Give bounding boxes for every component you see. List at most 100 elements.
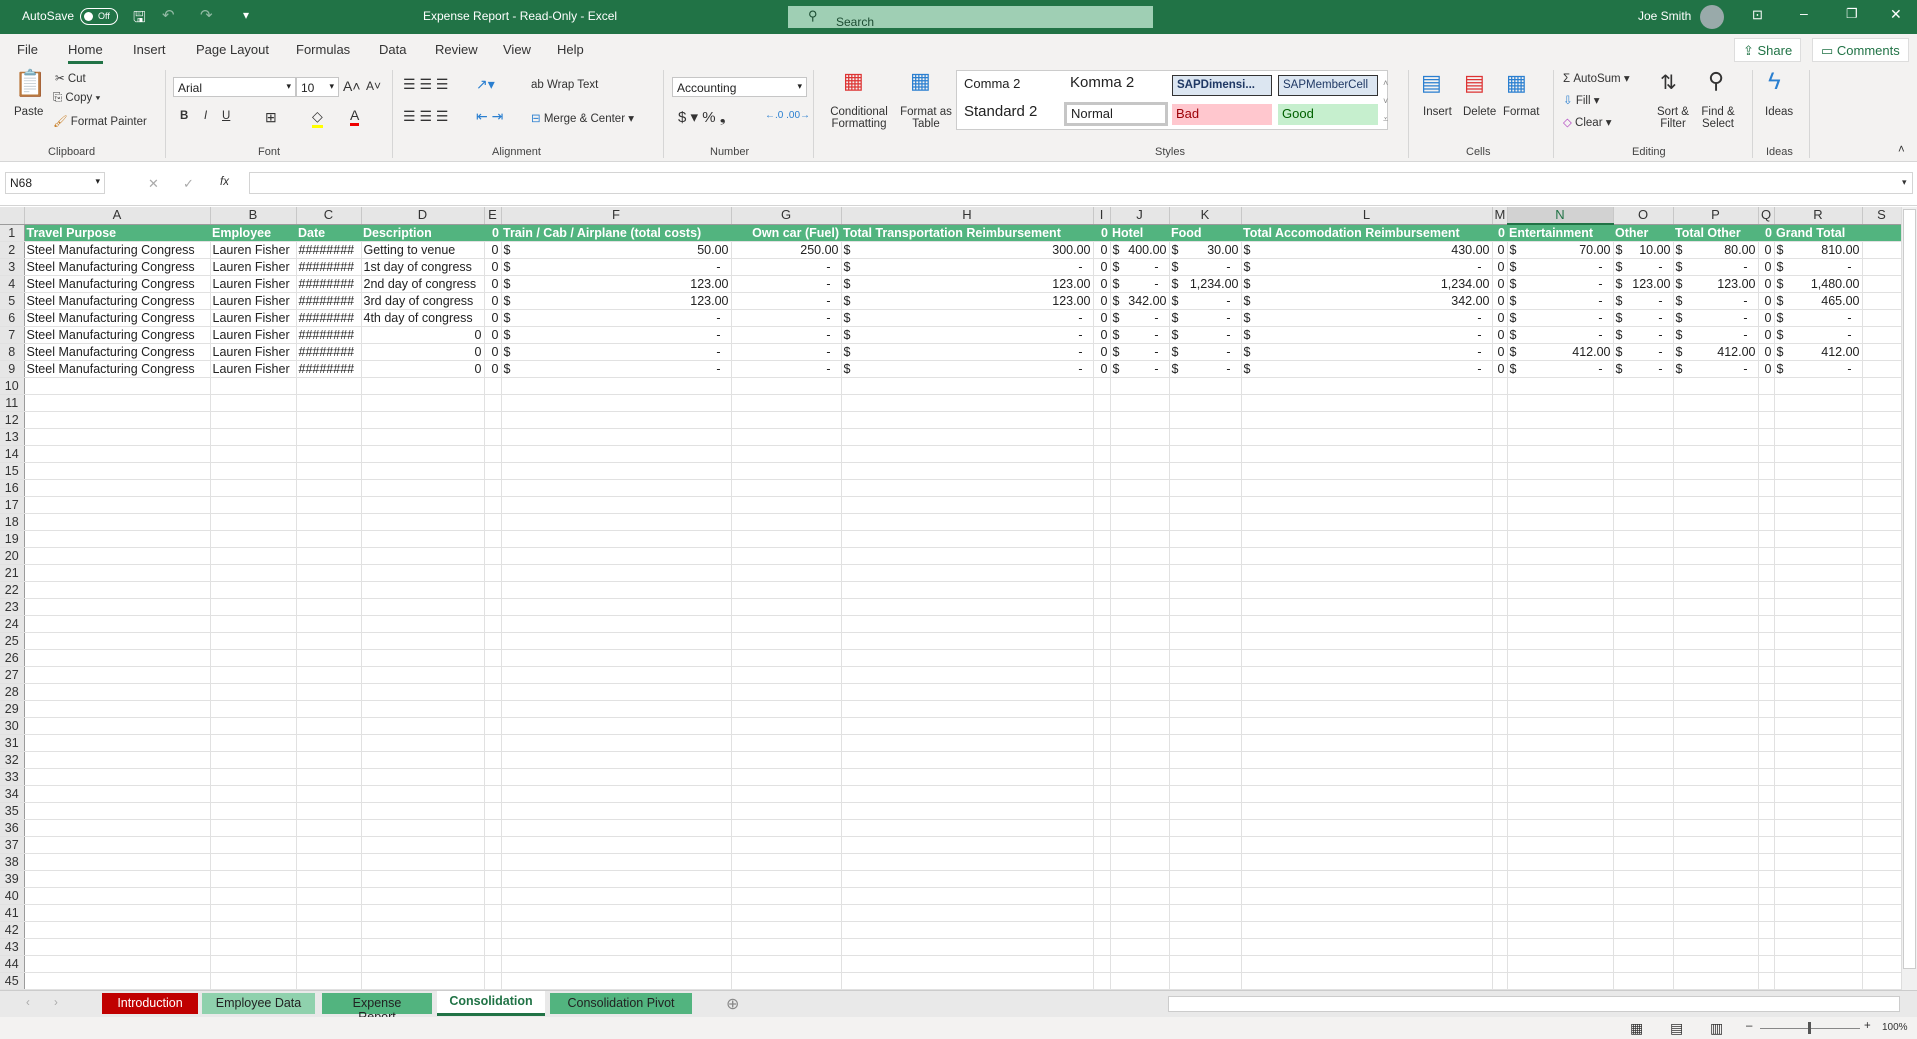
cell-q13[interactable] (1758, 428, 1775, 446)
cell-b40[interactable] (210, 887, 297, 905)
cell-j11[interactable] (1110, 394, 1170, 412)
cell-o31[interactable] (1613, 734, 1674, 752)
cell-f11[interactable] (501, 394, 732, 412)
cell-b42[interactable] (210, 921, 297, 939)
cell-d16[interactable] (361, 479, 485, 497)
cell-q7[interactable]: 0 (1758, 326, 1775, 344)
expand-formula-icon[interactable]: ▾ (1902, 177, 1907, 188)
cell-m11[interactable] (1492, 394, 1508, 412)
cell-f14[interactable] (501, 445, 732, 463)
cell-q19[interactable] (1758, 530, 1775, 548)
cell-g27[interactable] (731, 666, 842, 684)
cell-a21[interactable] (24, 564, 211, 582)
column-header-g[interactable]: G (731, 207, 842, 225)
cell-q21[interactable] (1758, 564, 1775, 582)
cell-m39[interactable] (1492, 870, 1508, 888)
cell-q29[interactable] (1758, 700, 1775, 718)
cell-j16[interactable] (1110, 479, 1170, 497)
cell-h13[interactable] (841, 428, 1094, 446)
cell-r12[interactable] (1774, 411, 1863, 429)
cell-d23[interactable] (361, 598, 485, 616)
cell-q34[interactable] (1758, 785, 1775, 803)
cell-b6[interactable]: Lauren Fisher (210, 309, 297, 327)
cell-r32[interactable] (1774, 751, 1863, 769)
cell-e11[interactable] (484, 394, 502, 412)
merge-center-button[interactable]: ⊟ Merge & Center ▾ (531, 111, 634, 125)
cell-s33[interactable] (1862, 768, 1902, 786)
cell-g12[interactable] (731, 411, 842, 429)
search-box[interactable]: ⚲ Search (788, 6, 1153, 29)
cell-p3[interactable]: $ - (1673, 258, 1759, 276)
cell-c12[interactable] (296, 411, 362, 429)
page-break-view-icon[interactable]: ▥ (1710, 1020, 1723, 1037)
cell-s31[interactable] (1862, 734, 1902, 752)
cell-s37[interactable] (1862, 836, 1902, 854)
format-painter-button[interactable]: 🖌 Format Painter (53, 114, 147, 128)
cell-j29[interactable] (1110, 700, 1170, 718)
cell-c35[interactable] (296, 802, 362, 820)
ideas-icon[interactable]: ϟ (1768, 68, 1781, 96)
cell-f12[interactable] (501, 411, 732, 429)
cell-s28[interactable] (1862, 683, 1902, 701)
sheet-tab-consolidation-pivot[interactable]: Consolidation Pivot (550, 993, 692, 1014)
row-header[interactable]: 8 (0, 343, 25, 361)
cell-a32[interactable] (24, 751, 211, 769)
cell-h36[interactable] (841, 819, 1094, 837)
cell-n14[interactable] (1507, 445, 1614, 463)
cell-o43[interactable] (1613, 938, 1674, 956)
cell-d2[interactable]: Getting to venue (361, 241, 485, 259)
cell-n42[interactable] (1507, 921, 1614, 939)
cell-q28[interactable] (1758, 683, 1775, 701)
cell-p32[interactable] (1673, 751, 1759, 769)
cell-m25[interactable] (1492, 632, 1508, 650)
cell-m19[interactable] (1492, 530, 1508, 548)
cell-i4[interactable]: 0 (1093, 275, 1111, 293)
cell-p35[interactable] (1673, 802, 1759, 820)
cell-n35[interactable] (1507, 802, 1614, 820)
cell-g36[interactable] (731, 819, 842, 837)
cell-q23[interactable] (1758, 598, 1775, 616)
next-sheet-icon[interactable]: › (54, 997, 58, 1009)
cell-p31[interactable] (1673, 734, 1759, 752)
cell-q25[interactable] (1758, 632, 1775, 650)
cell-j1[interactable]: Hotel (1110, 224, 1169, 242)
style-sapmembercell[interactable]: SAPMemberCell (1278, 75, 1378, 96)
cell-d15[interactable] (361, 462, 485, 480)
insert-function-button[interactable]: fx (220, 176, 229, 188)
cell-r30[interactable] (1774, 717, 1863, 735)
cell-o16[interactable] (1613, 479, 1674, 497)
cell-f43[interactable] (501, 938, 732, 956)
cell-l22[interactable] (1241, 581, 1493, 599)
cell-d25[interactable] (361, 632, 485, 650)
cell-a44[interactable] (24, 955, 211, 973)
cell-s44[interactable] (1862, 955, 1902, 973)
ribbon-display-icon[interactable]: ⊡ (1752, 7, 1763, 23)
cell-k28[interactable] (1169, 683, 1242, 701)
cell-j40[interactable] (1110, 887, 1170, 905)
cell-q44[interactable] (1758, 955, 1775, 973)
fill-button[interactable]: ⇩ Fill ▾ (1563, 93, 1600, 107)
close-icon[interactable]: ✕ (1890, 6, 1902, 23)
cell-h45[interactable] (841, 972, 1094, 990)
cell-i11[interactable] (1093, 394, 1111, 412)
cell-o19[interactable] (1613, 530, 1674, 548)
cell-m35[interactable] (1492, 802, 1508, 820)
cell-h34[interactable] (841, 785, 1094, 803)
cell-n13[interactable] (1507, 428, 1614, 446)
cell-k14[interactable] (1169, 445, 1242, 463)
cell-b30[interactable] (210, 717, 297, 735)
cell-q8[interactable]: 0 (1758, 343, 1775, 361)
cell-o1[interactable]: Other (1613, 224, 1673, 242)
cell-a31[interactable] (24, 734, 211, 752)
cell-l27[interactable] (1241, 666, 1493, 684)
cell-l38[interactable] (1241, 853, 1493, 871)
cell-f34[interactable] (501, 785, 732, 803)
cell-c39[interactable] (296, 870, 362, 888)
cell-s3[interactable] (1862, 258, 1902, 276)
cell-r7[interactable]: $ - (1774, 326, 1863, 344)
cell-r13[interactable] (1774, 428, 1863, 446)
zoom-level[interactable]: 100% (1882, 1022, 1908, 1033)
cell-p22[interactable] (1673, 581, 1759, 599)
cell-i14[interactable] (1093, 445, 1111, 463)
cell-g10[interactable] (731, 377, 842, 395)
